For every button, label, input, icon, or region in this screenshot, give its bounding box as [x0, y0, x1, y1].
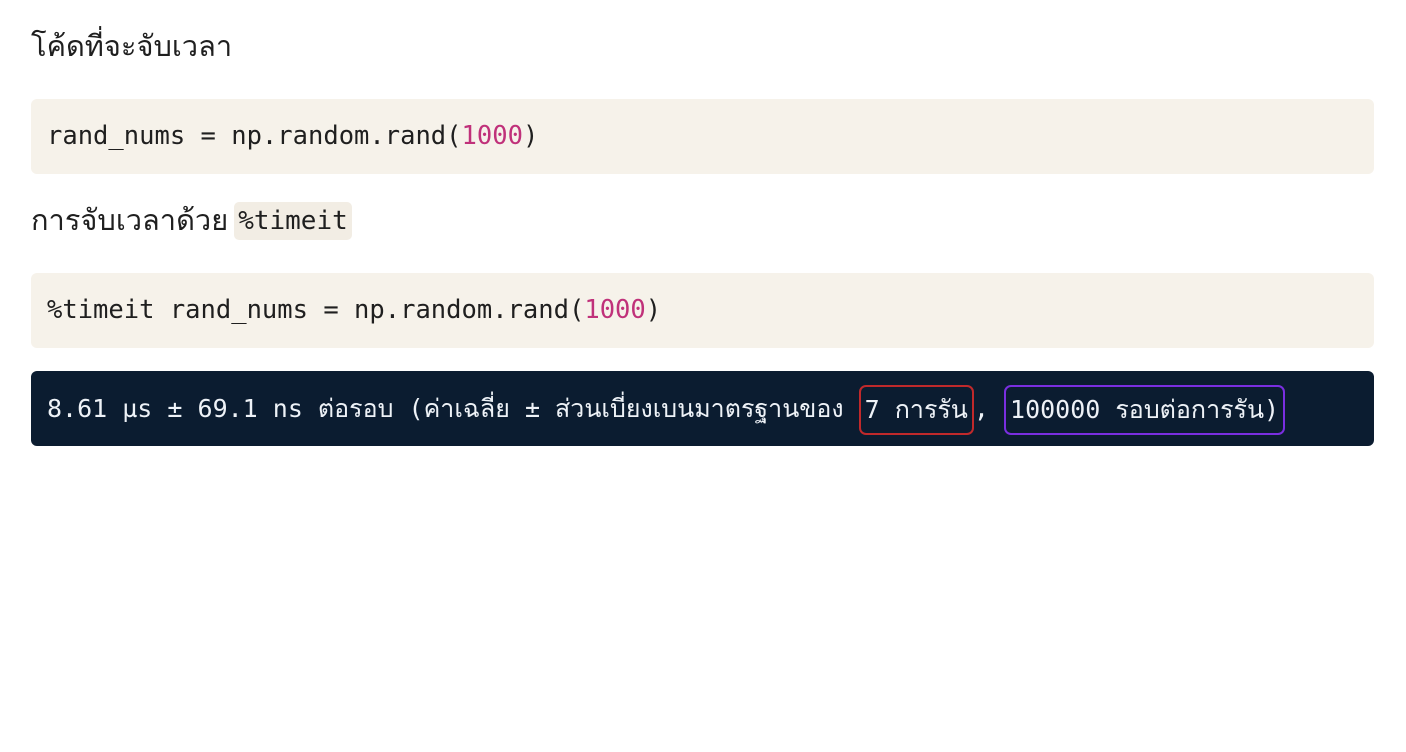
code-text: rand_nums = np.random.rand(	[47, 121, 462, 151]
output-separator: ,	[973, 394, 1005, 423]
section-heading-timeit: การจับเวลาด้วย %timeit	[31, 200, 352, 240]
code-text: )	[522, 121, 539, 151]
runs-highlight-box: 7 การรัน	[858, 385, 974, 435]
section-heading-code-to-time: โค้ดที่จะจับเวลา	[31, 29, 233, 63]
code-block-rand-nums: rand_nums = np.random.rand(1000)	[31, 99, 1374, 174]
code-text: %timeit rand_nums = np.random.rand(	[47, 295, 585, 325]
inline-code-timeit: %timeit	[234, 202, 352, 240]
code-block-timeit: %timeit rand_nums = np.random.rand(1000)	[31, 273, 1374, 348]
heading-text: การจับเวลาด้วย	[31, 203, 229, 237]
loops-highlight-box: 100000 รอบต่อการรัน)	[1004, 385, 1286, 435]
number-literal: 1000	[584, 295, 646, 325]
timeit-output-block: 8.61 µs ± 69.1 ns ต่อรอบ (ค่าเฉลี่ย ± ส่…	[31, 371, 1374, 446]
number-literal: 1000	[461, 121, 523, 151]
code-text: )	[645, 295, 662, 325]
output-text: 8.61 µs ± 69.1 ns ต่อรอบ (ค่าเฉลี่ย ± ส่…	[47, 394, 859, 423]
